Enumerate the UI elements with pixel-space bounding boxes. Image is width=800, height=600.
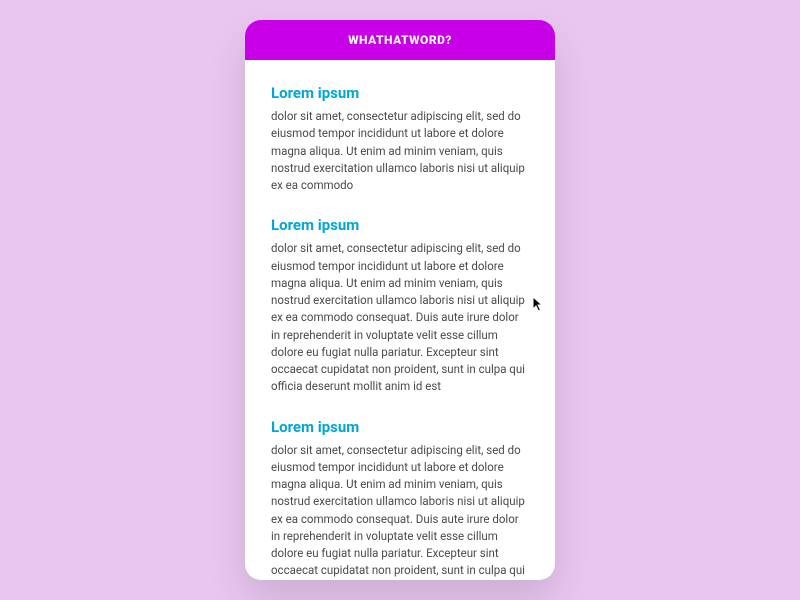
section-heading: Lorem ipsum — [271, 216, 529, 234]
scroll-content[interactable]: Lorem ipsum dolor sit amet, consectetur … — [245, 60, 555, 580]
article-section: Lorem ipsum dolor sit amet, consectetur … — [271, 84, 529, 194]
app-header: WHATHATWORD? — [245, 20, 555, 60]
section-body: dolor sit amet, consectetur adipiscing e… — [271, 442, 529, 581]
section-heading: Lorem ipsum — [271, 418, 529, 436]
article-section: Lorem ipsum dolor sit amet, consectetur … — [271, 418, 529, 581]
app-card: WHATHATWORD? Lorem ipsum dolor sit amet,… — [245, 20, 555, 580]
section-body: dolor sit amet, consectetur adipiscing e… — [271, 240, 529, 395]
section-heading: Lorem ipsum — [271, 84, 529, 102]
section-body: dolor sit amet, consectetur adipiscing e… — [271, 108, 529, 194]
app-title: WHATHATWORD? — [348, 33, 452, 47]
article-section: Lorem ipsum dolor sit amet, consectetur … — [271, 216, 529, 395]
